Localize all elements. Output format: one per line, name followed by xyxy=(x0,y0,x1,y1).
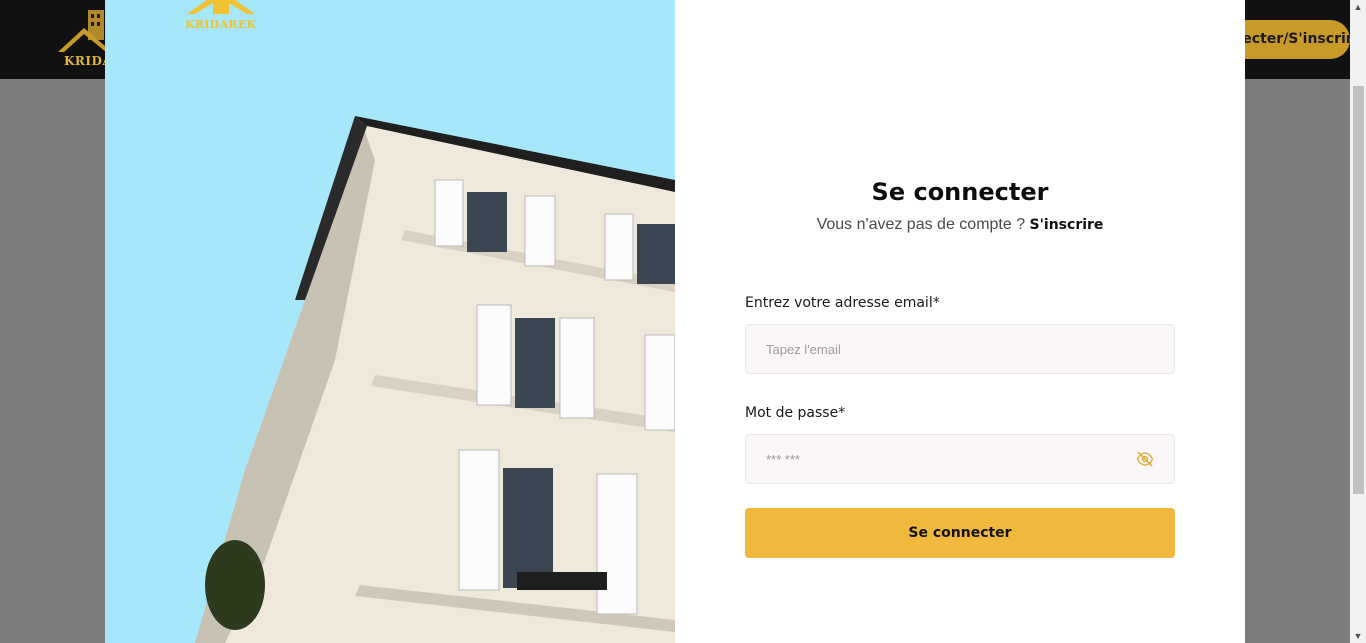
password-field-box xyxy=(745,434,1175,484)
password-label: Mot de passe* xyxy=(745,405,846,421)
login-submit-button[interactable]: Se connecter xyxy=(745,508,1175,558)
email-field-box xyxy=(745,324,1175,374)
scroll-down-arrow-icon[interactable]: ▼ xyxy=(1350,629,1366,643)
modal-logo-text: KRIDAREK xyxy=(185,18,257,31)
login-form: Se connecter Vous n'avez pas de compte ?… xyxy=(675,0,1245,643)
scroll-thumb[interactable] xyxy=(1353,86,1364,494)
scroll-up-arrow-icon[interactable]: ▲ xyxy=(1350,0,1366,14)
password-field[interactable] xyxy=(746,435,1174,483)
email-label: Entrez votre adresse email* xyxy=(745,295,940,311)
page-scrollbar[interactable]: ▲ ▼ xyxy=(1350,0,1366,643)
building-photo: KRIDAREK xyxy=(105,0,675,643)
signup-prompt: Vous n'avez pas de compte ? S'inscrire xyxy=(675,216,1245,234)
building-illustration xyxy=(195,116,675,643)
eye-off-icon[interactable] xyxy=(1136,450,1154,468)
login-modal: KRIDAREK Se connecter Vous n'avez pas de… xyxy=(105,0,1245,643)
signup-prompt-text: Vous n'avez pas de compte ? xyxy=(816,216,1030,233)
email-field[interactable] xyxy=(746,325,1174,373)
page-title: Se connecter xyxy=(871,178,1049,206)
signup-link[interactable]: S'inscrire xyxy=(1030,217,1104,233)
